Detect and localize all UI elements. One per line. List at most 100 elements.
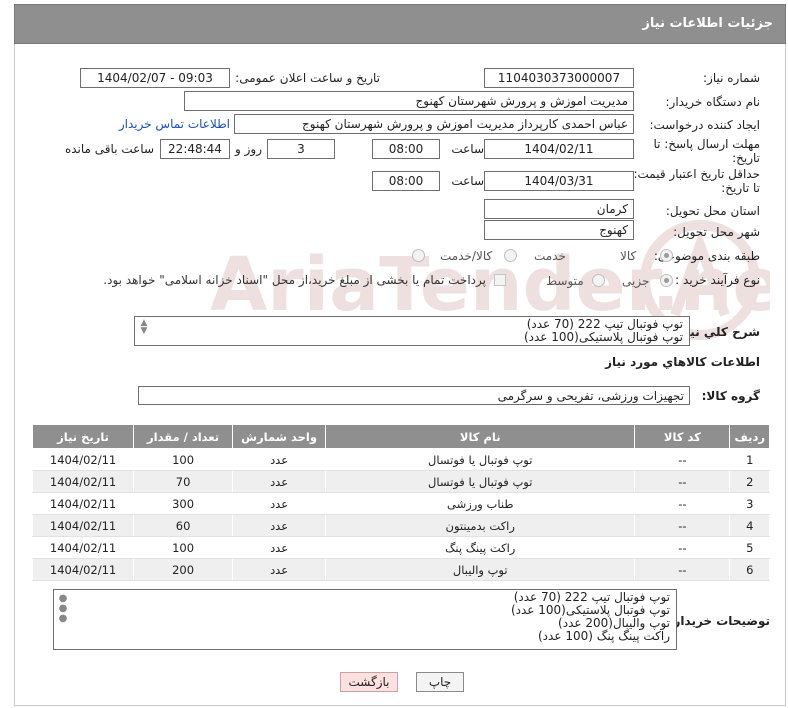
reply-time-label: ساعت (451, 142, 484, 156)
reply-deadline-time: 08:00 (372, 139, 440, 159)
cell-unit: عدد (231, 492, 327, 515)
summary-line-2: توپ فوتبال پلاستیکی(100 عدد) (523, 330, 683, 344)
table-header-row: ردیف کد کالا نام کالا واحد شمارش تعداد /… (31, 424, 770, 449)
purchase-process-label: نوع فرآیند خرید : (675, 273, 760, 287)
summary-textarea[interactable]: ▲ ▼ توپ فوتبال تیپ 222 (70 عدد) توپ فوتبا… (134, 316, 690, 346)
reply-deadline-label-1: مهلت ارسال پاسخ: تا (653, 137, 760, 151)
cell-need-date: 1404/02/11 (31, 536, 135, 559)
buyer-contact-link[interactable]: اطلاعات تماس خریدار (119, 117, 230, 131)
process-medium-label: متوسط (546, 274, 584, 288)
col-row-number: ردیف (729, 424, 770, 449)
scroll-arrows-icon[interactable]: ▲ ▼ (139, 319, 149, 336)
table-row: 1 -- توپ فوتبال یا فوتسال عدد 100 1404/0… (31, 448, 770, 471)
reply-time-remaining: 22:48:44 (160, 139, 230, 159)
cell-need-date: 1404/02/11 (31, 470, 135, 493)
treasury-bonds-checkbox[interactable] (494, 274, 506, 286)
page-title: جزئیات اطلاعات نیاز (642, 16, 773, 31)
delivery-city-field: کهنوج (484, 220, 634, 240)
buyer-notes-label: توضیحات خریدار: (668, 614, 770, 628)
cell-item-code: -- (634, 514, 731, 537)
category-goods-service-label: کالا/خدمت (440, 249, 493, 263)
cell-row-number: 3 (729, 492, 770, 515)
cell-unit: عدد (231, 470, 327, 493)
cell-row-number: 6 (729, 558, 770, 581)
buyer-notes-textarea[interactable]: ● ● ● توپ فوتبال تیپ 222 (70 عدد) توپ فوتب… (53, 589, 677, 650)
price-validity-label-2: تا تاریخ: (721, 181, 760, 195)
scroll-dots-icon[interactable]: ● ● ● (58, 594, 68, 624)
category-radio-goods[interactable] (660, 249, 673, 262)
goods-section-title: اطلاعات كالاهاي مورد نياز (605, 355, 760, 369)
col-quantity: تعداد / مقدار (133, 424, 233, 449)
category-service-label: خدمت (534, 249, 566, 263)
cell-unit: عدد (231, 558, 327, 581)
cell-unit: عدد (231, 514, 327, 537)
delivery-province-label: استان محل تحویل: (665, 204, 760, 218)
cell-row-number: 4 (729, 514, 770, 537)
cell-need-date: 1404/02/11 (31, 492, 135, 515)
days-label: روز و (235, 142, 262, 156)
buyer-org-label: نام دستگاه خریدار: (665, 95, 761, 109)
cell-item-code: -- (634, 470, 731, 493)
table-row: 6 -- توپ والیبال عدد 200 1404/02/11 (31, 558, 770, 581)
panel-header: جزئیات اطلاعات نیاز (14, 4, 786, 44)
requester-label: ایجاد کننده درخواست: (649, 118, 760, 132)
buyer-org-field: مدیریت اموزش و پرورش شهرستان کهنوج (184, 91, 634, 111)
price-validity-date: 1404/03/31 (484, 171, 634, 191)
table-row: 2 -- توپ فوتبال یا فوتسال عدد 70 1404/02… (31, 470, 770, 493)
cell-quantity: 70 (133, 470, 233, 493)
cell-item-name: توپ فوتبال یا فوتسال (325, 470, 636, 493)
cell-item-code: -- (634, 492, 731, 515)
cell-need-date: 1404/02/11 (31, 514, 135, 537)
cell-item-code: -- (634, 448, 731, 471)
delivery-province-field: کرمان (484, 199, 634, 219)
price-validity-label-1: حداقل تاریخ اعتبار قیمت: (633, 167, 760, 181)
cell-item-code: -- (634, 536, 731, 559)
delivery-city-label: شهر محل تحویل: (673, 225, 760, 239)
col-need-date: تاریخ نیاز (31, 424, 135, 449)
process-radio-minor[interactable] (660, 274, 673, 287)
cell-quantity: 200 (133, 558, 233, 581)
buyer-notes-line-4: راکت پینگ پنگ (100 عدد) (538, 629, 670, 643)
category-radio-service[interactable] (504, 249, 517, 262)
cell-row-number: 1 (729, 448, 770, 471)
goods-group-label: گروه کالا: (701, 389, 760, 403)
back-button[interactable]: بازگشت (340, 672, 398, 692)
category-radio-goods-service[interactable] (412, 249, 425, 262)
cell-quantity: 60 (133, 514, 233, 537)
cell-item-name: راکت پینگ پنگ (325, 536, 636, 559)
cell-quantity: 100 (133, 448, 233, 471)
reply-deadline-label-2: تاریخ: (732, 151, 760, 165)
col-item-code: کد کالا (634, 424, 731, 449)
cell-row-number: 2 (729, 470, 770, 493)
cell-unit: عدد (231, 448, 327, 471)
cell-need-date: 1404/02/11 (31, 558, 135, 581)
cell-item-code: -- (634, 558, 731, 581)
goods-table: ردیف کد کالا نام کالا واحد شمارش تعداد /… (31, 424, 770, 581)
price-validity-time: 08:00 (372, 171, 440, 191)
announce-datetime-label: تاریخ و ساعت اعلان عمومی: (235, 71, 380, 85)
cell-item-name: راکت بدمینتون (325, 514, 636, 537)
print-button[interactable]: چاپ (416, 672, 464, 692)
cell-unit: عدد (231, 536, 327, 559)
process-radio-medium[interactable] (592, 274, 605, 287)
process-minor-label: جزیی (622, 274, 650, 288)
need-number-label: شماره نیاز: (703, 71, 760, 85)
need-number-field: 1104030373000007 (484, 68, 634, 88)
goods-group-field: تجهیزات ورزشی، تفریحی و سرگرمی (138, 386, 690, 405)
col-unit: واحد شمارش (231, 424, 327, 449)
cell-quantity: 300 (133, 492, 233, 515)
cell-item-name: طناب ورزشی (325, 492, 636, 515)
announce-datetime-field: 1404/02/07 - 09:03 (80, 68, 230, 88)
table-row: 3 -- طناب ورزشی عدد 300 1404/02/11 (31, 492, 770, 515)
treasury-note: پرداخت تمام یا بخشی از مبلغ خرید،از محل … (103, 273, 486, 287)
category-goods-label: کالا (620, 249, 637, 263)
requester-field: عباس احمدی کارپرداز مدیریت اموزش و پرورش… (234, 114, 634, 134)
cell-item-name: توپ فوتبال یا فوتسال (325, 448, 636, 471)
reply-deadline-date: 1404/02/11 (484, 139, 634, 159)
cell-row-number: 5 (729, 536, 770, 559)
reply-days-remaining: 3 (267, 139, 335, 159)
cell-quantity: 100 (133, 536, 233, 559)
table-row: 5 -- راکت پینگ پنگ عدد 100 1404/02/11 (31, 536, 770, 559)
table-row: 4 -- راکت بدمینتون عدد 60 1404/02/11 (31, 514, 770, 537)
cell-need-date: 1404/02/11 (31, 448, 135, 471)
